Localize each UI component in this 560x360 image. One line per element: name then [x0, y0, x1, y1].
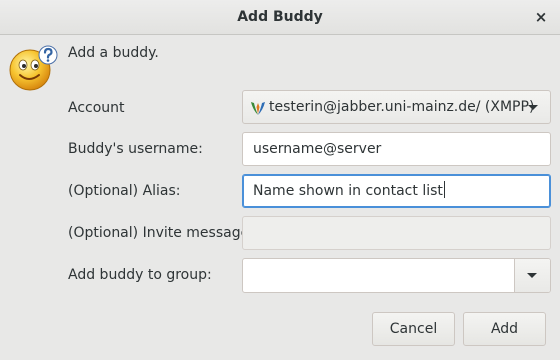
xmpp-protocol-icon: [251, 102, 265, 115]
username-field[interactable]: username@server: [242, 132, 551, 166]
window-title: Add Buddy: [237, 9, 323, 25]
username-value: username@server: [253, 141, 382, 157]
group-dropdown-button[interactable]: [514, 259, 550, 292]
close-icon: ×: [534, 8, 548, 26]
alias-value: Name shown in contact list: [253, 183, 443, 199]
add-button[interactable]: Add: [463, 312, 546, 346]
alias-label: (Optional) Alias:: [68, 183, 181, 199]
intro-text: Add a buddy.: [68, 45, 159, 61]
chevron-down-icon: [527, 273, 537, 278]
account-label: Account: [68, 100, 125, 116]
group-input[interactable]: [243, 259, 515, 292]
invite-message-field: [242, 216, 551, 250]
group-combo: [242, 258, 551, 293]
close-button[interactable]: ×: [530, 6, 552, 28]
account-value: testerin@jabber.uni-mainz.de/ (XMPP): [269, 99, 535, 115]
text-cursor: [443, 181, 445, 198]
chevron-down-icon: [528, 105, 538, 110]
group-label: Add buddy to group:: [68, 267, 212, 283]
account-dropdown[interactable]: testerin@jabber.uni-mainz.de/ (XMPP): [242, 90, 551, 124]
alias-field[interactable]: Name shown in contact list: [242, 174, 551, 208]
cancel-button[interactable]: Cancel: [372, 312, 455, 346]
buddy-question-smiley-icon: [9, 45, 58, 91]
title-bar: Add Buddy ×: [0, 0, 560, 35]
username-label: Buddy's username:: [68, 141, 203, 157]
invite-message-label: (Optional) Invite message:: [68, 225, 254, 241]
